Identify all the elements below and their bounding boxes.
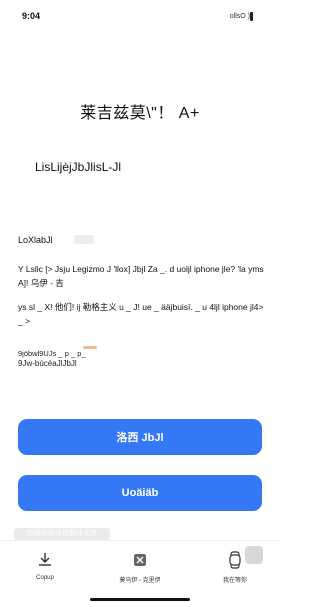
battery-icon: [250, 12, 253, 21]
detail-line-2: 9Jw-búcéaJlJbJl: [18, 359, 77, 368]
download-icon: [39, 553, 51, 566]
status-time: 9:04: [22, 11, 41, 21]
page-title: 莱吉兹莫\"！ A+: [80, 105, 200, 122]
tab-bar: Copup 莫乌伊 - 克里伊 我在等你: [0, 540, 280, 607]
highlight-mark: [83, 346, 97, 349]
trash-icon: [134, 554, 146, 566]
tab-label: 我在等你: [222, 578, 247, 584]
page-subtitle: LisLijèjJbJlisL-Jl: [35, 160, 122, 174]
tab-label: Copup: [36, 575, 54, 581]
tab-copup[interactable]: Copup: [10, 551, 80, 581]
home-indicator: [90, 598, 190, 601]
status-indicators: ollsO ): [229, 13, 250, 20]
download-badge-icon[interactable]: [245, 546, 263, 564]
watch-icon: [229, 551, 241, 569]
tab-label: 莫乌伊 - 克里伊: [119, 578, 161, 584]
section-label: LoXlabJl: [18, 235, 53, 245]
paragraph-2: ys sl _ X! 他们! ij 勒格主义 u _ J! ue _ ääjbu…: [18, 302, 264, 326]
status-bar: 9:04 ollsO ): [0, 0, 280, 26]
translation-watermark: 由腾讯网页快翻译支持: [14, 528, 110, 540]
secondary-button[interactable]: Uoäiäb: [18, 475, 262, 511]
detail-line-1: 9jöbwl9UJs _ p _ p_: [18, 349, 86, 358]
blurred-text: [74, 235, 94, 244]
tab-delete[interactable]: 莫乌伊 - 克里伊: [105, 551, 175, 584]
paragraph-1: Y Lslic [> Jsju Legizmo J 'llox] Jbjl Za…: [18, 264, 264, 288]
primary-button[interactable]: 洛西 JbJl: [18, 419, 262, 455]
